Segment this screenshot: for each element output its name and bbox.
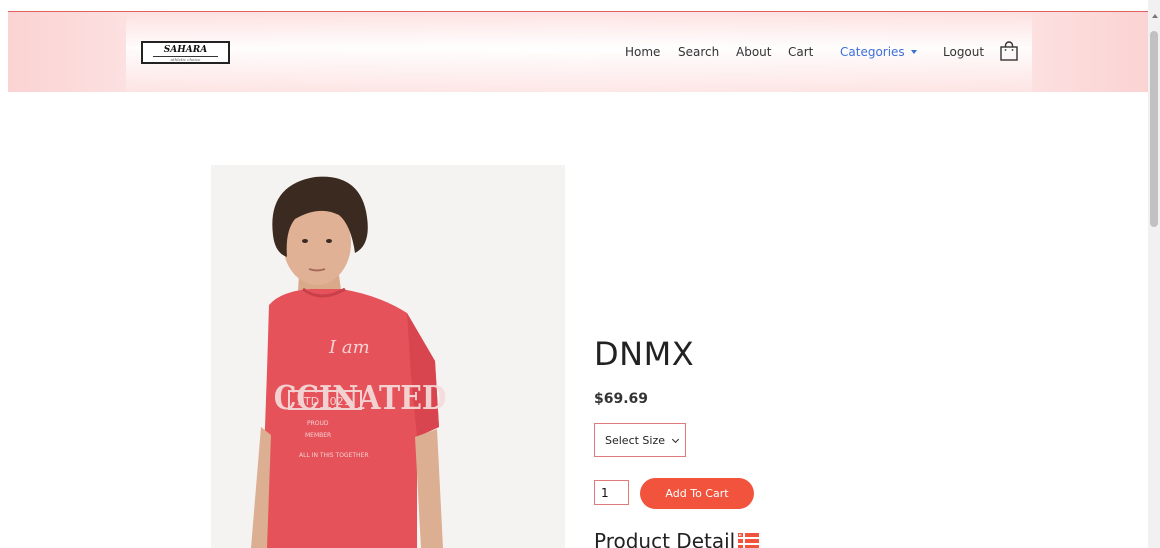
nav-link-cart[interactable]: Cart [788, 45, 813, 59]
size-select-value: Select Size [605, 433, 666, 447]
svg-text:STD 2021: STD 2021 [297, 395, 351, 408]
scroll-up-arrow-icon[interactable] [1152, 14, 1158, 18]
nav-link-categories[interactable]: Categories [840, 45, 905, 59]
size-select[interactable]: Select Size [594, 423, 686, 457]
nav-link-search[interactable]: Search [678, 45, 719, 59]
brand-logo-name: SAHARA [163, 45, 208, 55]
quantity-input[interactable] [594, 480, 629, 505]
product-price: $69.69 [594, 391, 649, 407]
brand-logo[interactable]: SAHARA athletic choice [141, 41, 230, 64]
nav-link-about[interactable]: About [736, 45, 771, 59]
nav-link-logout[interactable]: Logout [943, 45, 984, 59]
svg-text:I am: I am [328, 337, 370, 358]
svg-text:PROUD: PROUD [307, 420, 329, 427]
nav-link-home[interactable]: Home [625, 45, 660, 59]
nav-item-categories[interactable]: Categories [840, 43, 917, 61]
product-title: DNMX [594, 335, 695, 373]
nav-item-search[interactable]: Search [678, 43, 719, 61]
shopping-bag-icon[interactable] [1000, 41, 1018, 61]
list-icon [738, 533, 759, 548]
nav-item-logout[interactable]: Logout [943, 43, 984, 61]
product-image: I am CCINATED STD 2021 PROUD MEMBER ALL … [211, 165, 565, 548]
product-photo-illustration: I am CCINATED STD 2021 PROUD MEMBER ALL … [211, 165, 565, 548]
caret-down-icon [910, 50, 917, 54]
product-detail-heading: Product Detail [594, 529, 736, 548]
nav-item-home[interactable]: Home [625, 43, 660, 61]
product-page: SAHARA athletic choice Home Search About… [0, 0, 1160, 548]
chevron-down-icon [671, 435, 680, 444]
nav-item-cart[interactable]: Cart [788, 43, 813, 61]
scrollbar-thumb[interactable] [1150, 31, 1158, 227]
add-to-cart-button[interactable]: Add To Cart [640, 478, 754, 509]
svg-text:ALL IN THIS TOGETHER: ALL IN THIS TOGETHER [299, 452, 369, 459]
nav-item-about[interactable]: About [736, 43, 771, 61]
brand-logo-tagline: athletic choice [153, 56, 218, 62]
svg-text:MEMBER: MEMBER [305, 432, 331, 439]
